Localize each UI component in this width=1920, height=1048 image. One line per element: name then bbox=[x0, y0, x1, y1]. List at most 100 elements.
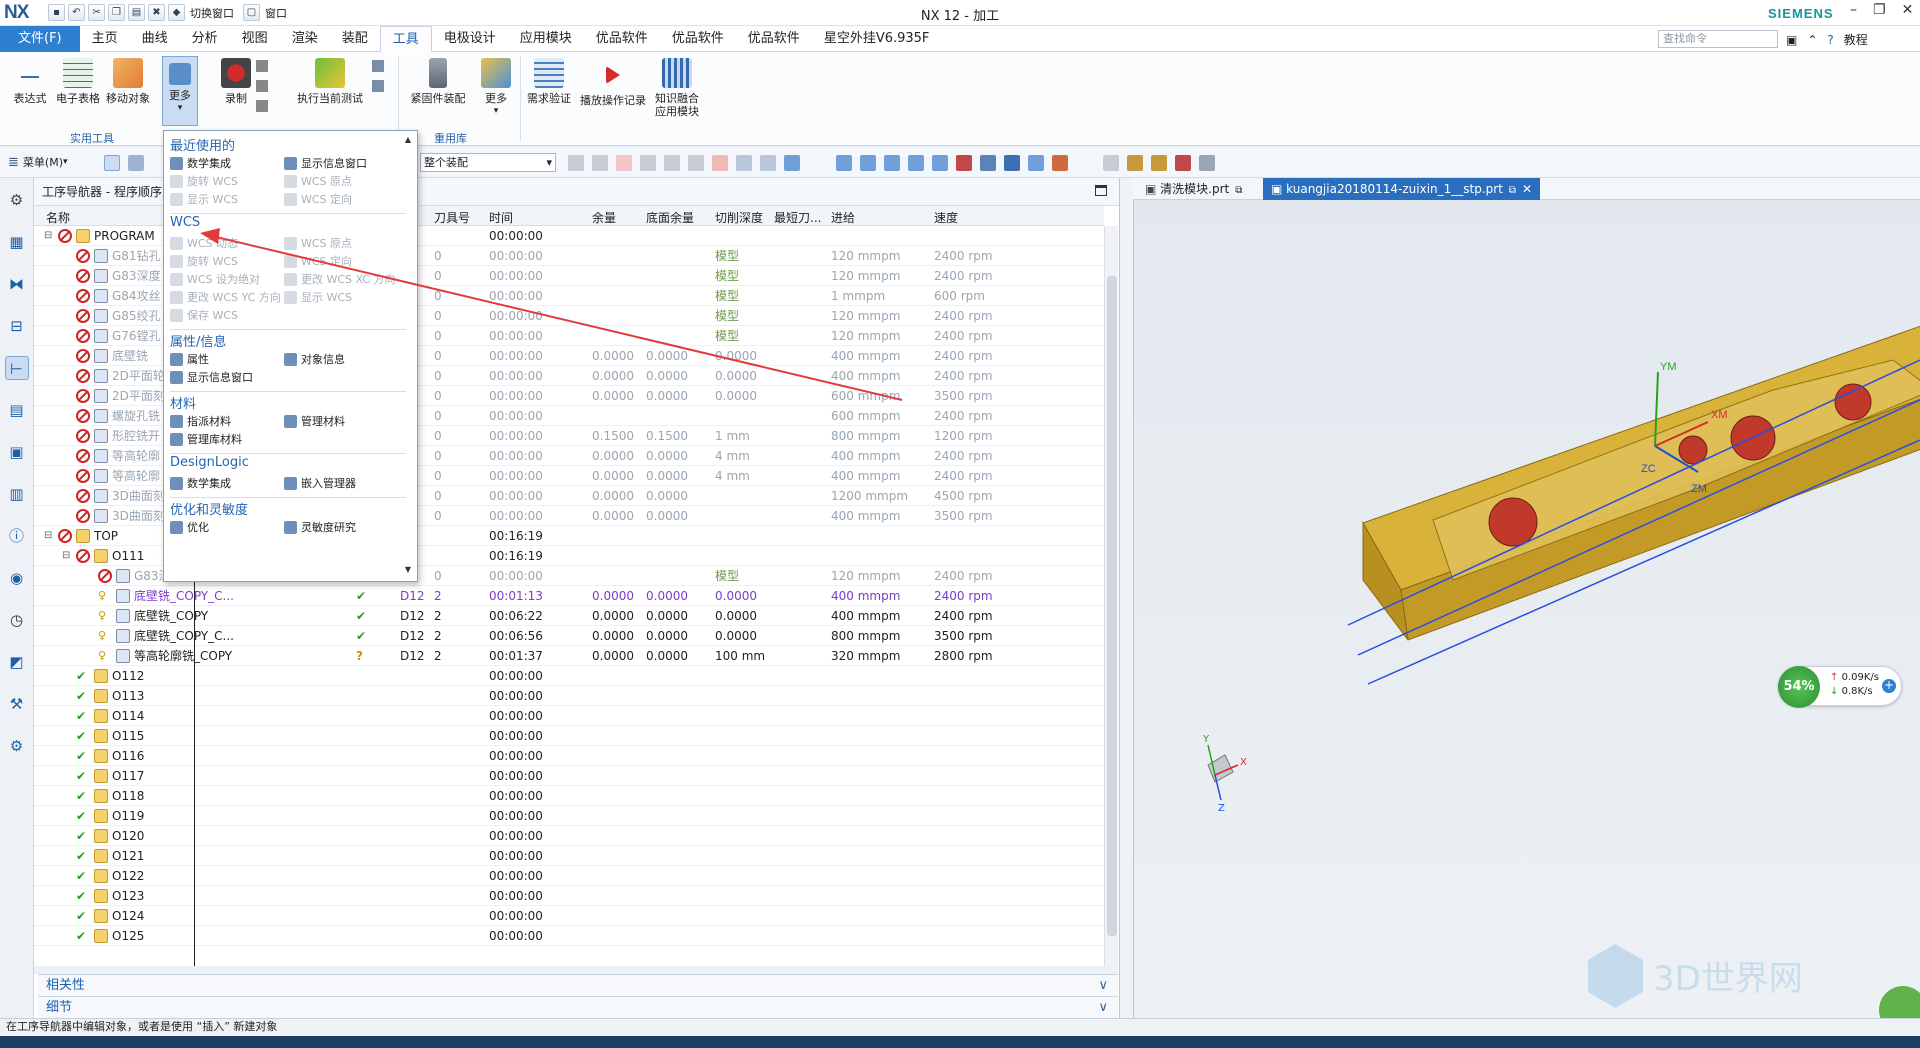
assembly-navigator-icon[interactable]: ▦ bbox=[5, 230, 29, 254]
menu-item[interactable]: 对象信息 bbox=[284, 351, 345, 367]
command-search-input[interactable]: 查找命令 bbox=[1658, 30, 1778, 48]
process-studio-icon[interactable]: ⚒ bbox=[5, 692, 29, 716]
film-icon[interactable] bbox=[256, 100, 268, 112]
menu-item[interactable]: 显示 WCS bbox=[284, 289, 352, 305]
tab-6[interactable]: 装配 bbox=[330, 26, 380, 52]
menu-button[interactable]: ≣ 菜单(M) ▾ bbox=[8, 154, 68, 170]
tab-2[interactable]: 曲线 bbox=[130, 26, 180, 52]
snap-icon[interactable] bbox=[688, 155, 704, 171]
menu-item[interactable]: 保存 WCS bbox=[170, 307, 238, 323]
menu-item[interactable]: 优化 bbox=[170, 519, 209, 535]
menu-item[interactable]: WCS 定向 bbox=[284, 253, 352, 269]
machine-view-icon[interactable] bbox=[128, 155, 144, 171]
column-stock[interactable]: 余量 bbox=[592, 209, 616, 226]
column-feed[interactable]: 进给 bbox=[831, 209, 855, 226]
navigator-scrollbar[interactable] bbox=[1104, 226, 1118, 966]
menu-item[interactable]: 指派材料 bbox=[170, 413, 231, 429]
tab-4[interactable]: 视图 bbox=[230, 26, 280, 52]
column-floor-stock[interactable]: 底面余量 bbox=[646, 209, 694, 226]
menu-item[interactable]: 更改 WCS YC 方向 bbox=[170, 289, 281, 305]
tab-0[interactable]: 文件(F) bbox=[0, 26, 80, 52]
menu-item[interactable]: 属性 bbox=[170, 351, 209, 367]
part-navigator-icon[interactable]: ⊟ bbox=[5, 314, 29, 338]
menu-item[interactable]: WCS 动态 bbox=[170, 235, 238, 251]
scroll-up-icon[interactable]: ▲ bbox=[405, 135, 411, 144]
menu-item[interactable]: 显示 WCS bbox=[170, 191, 238, 207]
help-icon[interactable]: ? bbox=[1827, 33, 1833, 47]
column-shortest-tool[interactable]: 最短刀... bbox=[774, 209, 821, 226]
orient-view-icon[interactable] bbox=[931, 155, 948, 171]
constraint-navigator-icon[interactable]: ⧓ bbox=[5, 272, 29, 296]
settings-gear-icon[interactable]: ⚙ bbox=[5, 188, 29, 212]
tab-10[interactable]: 优品软件 bbox=[584, 26, 660, 52]
shaded-icon[interactable] bbox=[1003, 155, 1020, 171]
expand-toggle-icon[interactable]: ⊟ bbox=[44, 226, 52, 246]
machine-tool-navigator-icon[interactable]: ▣ bbox=[5, 440, 29, 464]
fastener-assembly-button[interactable]: 紧固件装配 bbox=[406, 58, 470, 105]
tab-cleaning-module[interactable]: ▣ 清洗模块.prt ⧉ bbox=[1137, 178, 1250, 200]
menu-item[interactable]: 灵敏度研究 bbox=[284, 519, 356, 535]
panel-details[interactable]: 细节 ∨ bbox=[38, 996, 1118, 1018]
maximize-panel-icon[interactable] bbox=[1095, 185, 1107, 196]
requirements-validation-button[interactable]: 需求验证 bbox=[526, 58, 572, 105]
test-tool-icon[interactable] bbox=[372, 80, 384, 92]
widget-expand-icon[interactable]: + bbox=[1882, 679, 1896, 693]
assembly-filter-select[interactable]: 整个装配 ▾ bbox=[420, 153, 556, 172]
knowledge-fusion-button[interactable]: 知识融合应用模块 bbox=[652, 58, 702, 118]
record-button[interactable]: 录制 bbox=[216, 58, 256, 105]
tab-kuangjia-part[interactable]: ▣ kuangjia20180114-zuixin_1__stp.prt ⧉ ✕ bbox=[1263, 178, 1541, 200]
filter-icon[interactable] bbox=[1051, 155, 1068, 171]
play-journal-button[interactable]: 播放操作记录 bbox=[578, 58, 648, 107]
render-style-icon[interactable] bbox=[955, 155, 972, 171]
close-icon[interactable]: ✕ bbox=[1902, 2, 1914, 18]
menu-item[interactable]: 数学集成 bbox=[170, 155, 231, 171]
reuse-tools-icon[interactable]: ⚙ bbox=[5, 734, 29, 758]
menu-item[interactable]: 旋转 WCS bbox=[170, 253, 238, 269]
tab-8[interactable]: 电极设计 bbox=[432, 26, 508, 52]
column-cut-depth[interactable]: 切削深度 bbox=[715, 209, 763, 226]
tutorial-label[interactable]: 教程 bbox=[1844, 31, 1868, 48]
tab-12[interactable]: 优品软件 bbox=[736, 26, 812, 52]
snap-icon[interactable] bbox=[664, 155, 680, 171]
view-icon[interactable] bbox=[760, 155, 776, 171]
tab-3[interactable]: 分析 bbox=[180, 26, 230, 52]
tab-1[interactable]: 主页 bbox=[80, 26, 130, 52]
menu-item[interactable]: 管理库材料 bbox=[170, 431, 242, 447]
snap-icon[interactable] bbox=[616, 155, 632, 171]
menu-item[interactable]: WCS 原点 bbox=[284, 235, 352, 251]
panel-dependencies[interactable]: 相关性 ∨ bbox=[38, 974, 1118, 996]
restore-icon[interactable]: ❐ bbox=[1873, 2, 1886, 18]
tool-icon[interactable] bbox=[1127, 155, 1144, 171]
snap-icon[interactable] bbox=[568, 155, 584, 171]
scrollbar-thumb[interactable] bbox=[1107, 276, 1117, 936]
menu-item[interactable]: 管理材料 bbox=[284, 413, 345, 429]
web-browser-icon[interactable]: ⓘ bbox=[5, 524, 29, 548]
column-tool-number[interactable]: 刀具号 bbox=[434, 209, 470, 226]
snap-icon[interactable] bbox=[640, 155, 656, 171]
film-icon[interactable] bbox=[256, 80, 268, 92]
menu-item[interactable]: WCS 设为绝对 bbox=[170, 271, 260, 287]
menu-item[interactable]: WCS 定向 bbox=[284, 191, 352, 207]
fit-view-icon[interactable] bbox=[835, 155, 852, 171]
column-time[interactable]: 时间 bbox=[489, 209, 513, 226]
tool-icon[interactable] bbox=[1175, 155, 1192, 171]
collapse-ribbon-icon[interactable]: ⌃ bbox=[1807, 33, 1817, 47]
snap-icon[interactable] bbox=[712, 155, 728, 171]
reuse-library-icon[interactable]: ▤ bbox=[5, 398, 29, 422]
snap-icon[interactable] bbox=[736, 155, 752, 171]
zoom-icon[interactable] bbox=[859, 155, 876, 171]
snap-icon[interactable] bbox=[592, 155, 608, 171]
ribbon-options-icon[interactable]: ▣ bbox=[1786, 33, 1797, 47]
pan-icon[interactable] bbox=[907, 155, 924, 171]
run-current-test-button[interactable]: 执行当前测试 bbox=[290, 58, 370, 105]
tab-7[interactable]: 工具 bbox=[379, 26, 432, 52]
more-reuse-button[interactable]: 更多 ▾ bbox=[478, 58, 514, 118]
program-view-icon[interactable] bbox=[104, 155, 120, 171]
tool-icon[interactable] bbox=[1103, 155, 1120, 171]
minimize-icon[interactable]: – bbox=[1850, 2, 1857, 18]
operation-navigator-icon[interactable]: ⊢ bbox=[4, 356, 29, 380]
tab-9[interactable]: 应用模块 bbox=[508, 26, 584, 52]
model-viewport[interactable]: ZC ZM YM XM Y X Z 3D世界网 bbox=[1133, 200, 1920, 1018]
palette-icon[interactable]: ◉ bbox=[5, 566, 29, 590]
menu-item[interactable]: 显示信息窗口 bbox=[284, 155, 367, 171]
